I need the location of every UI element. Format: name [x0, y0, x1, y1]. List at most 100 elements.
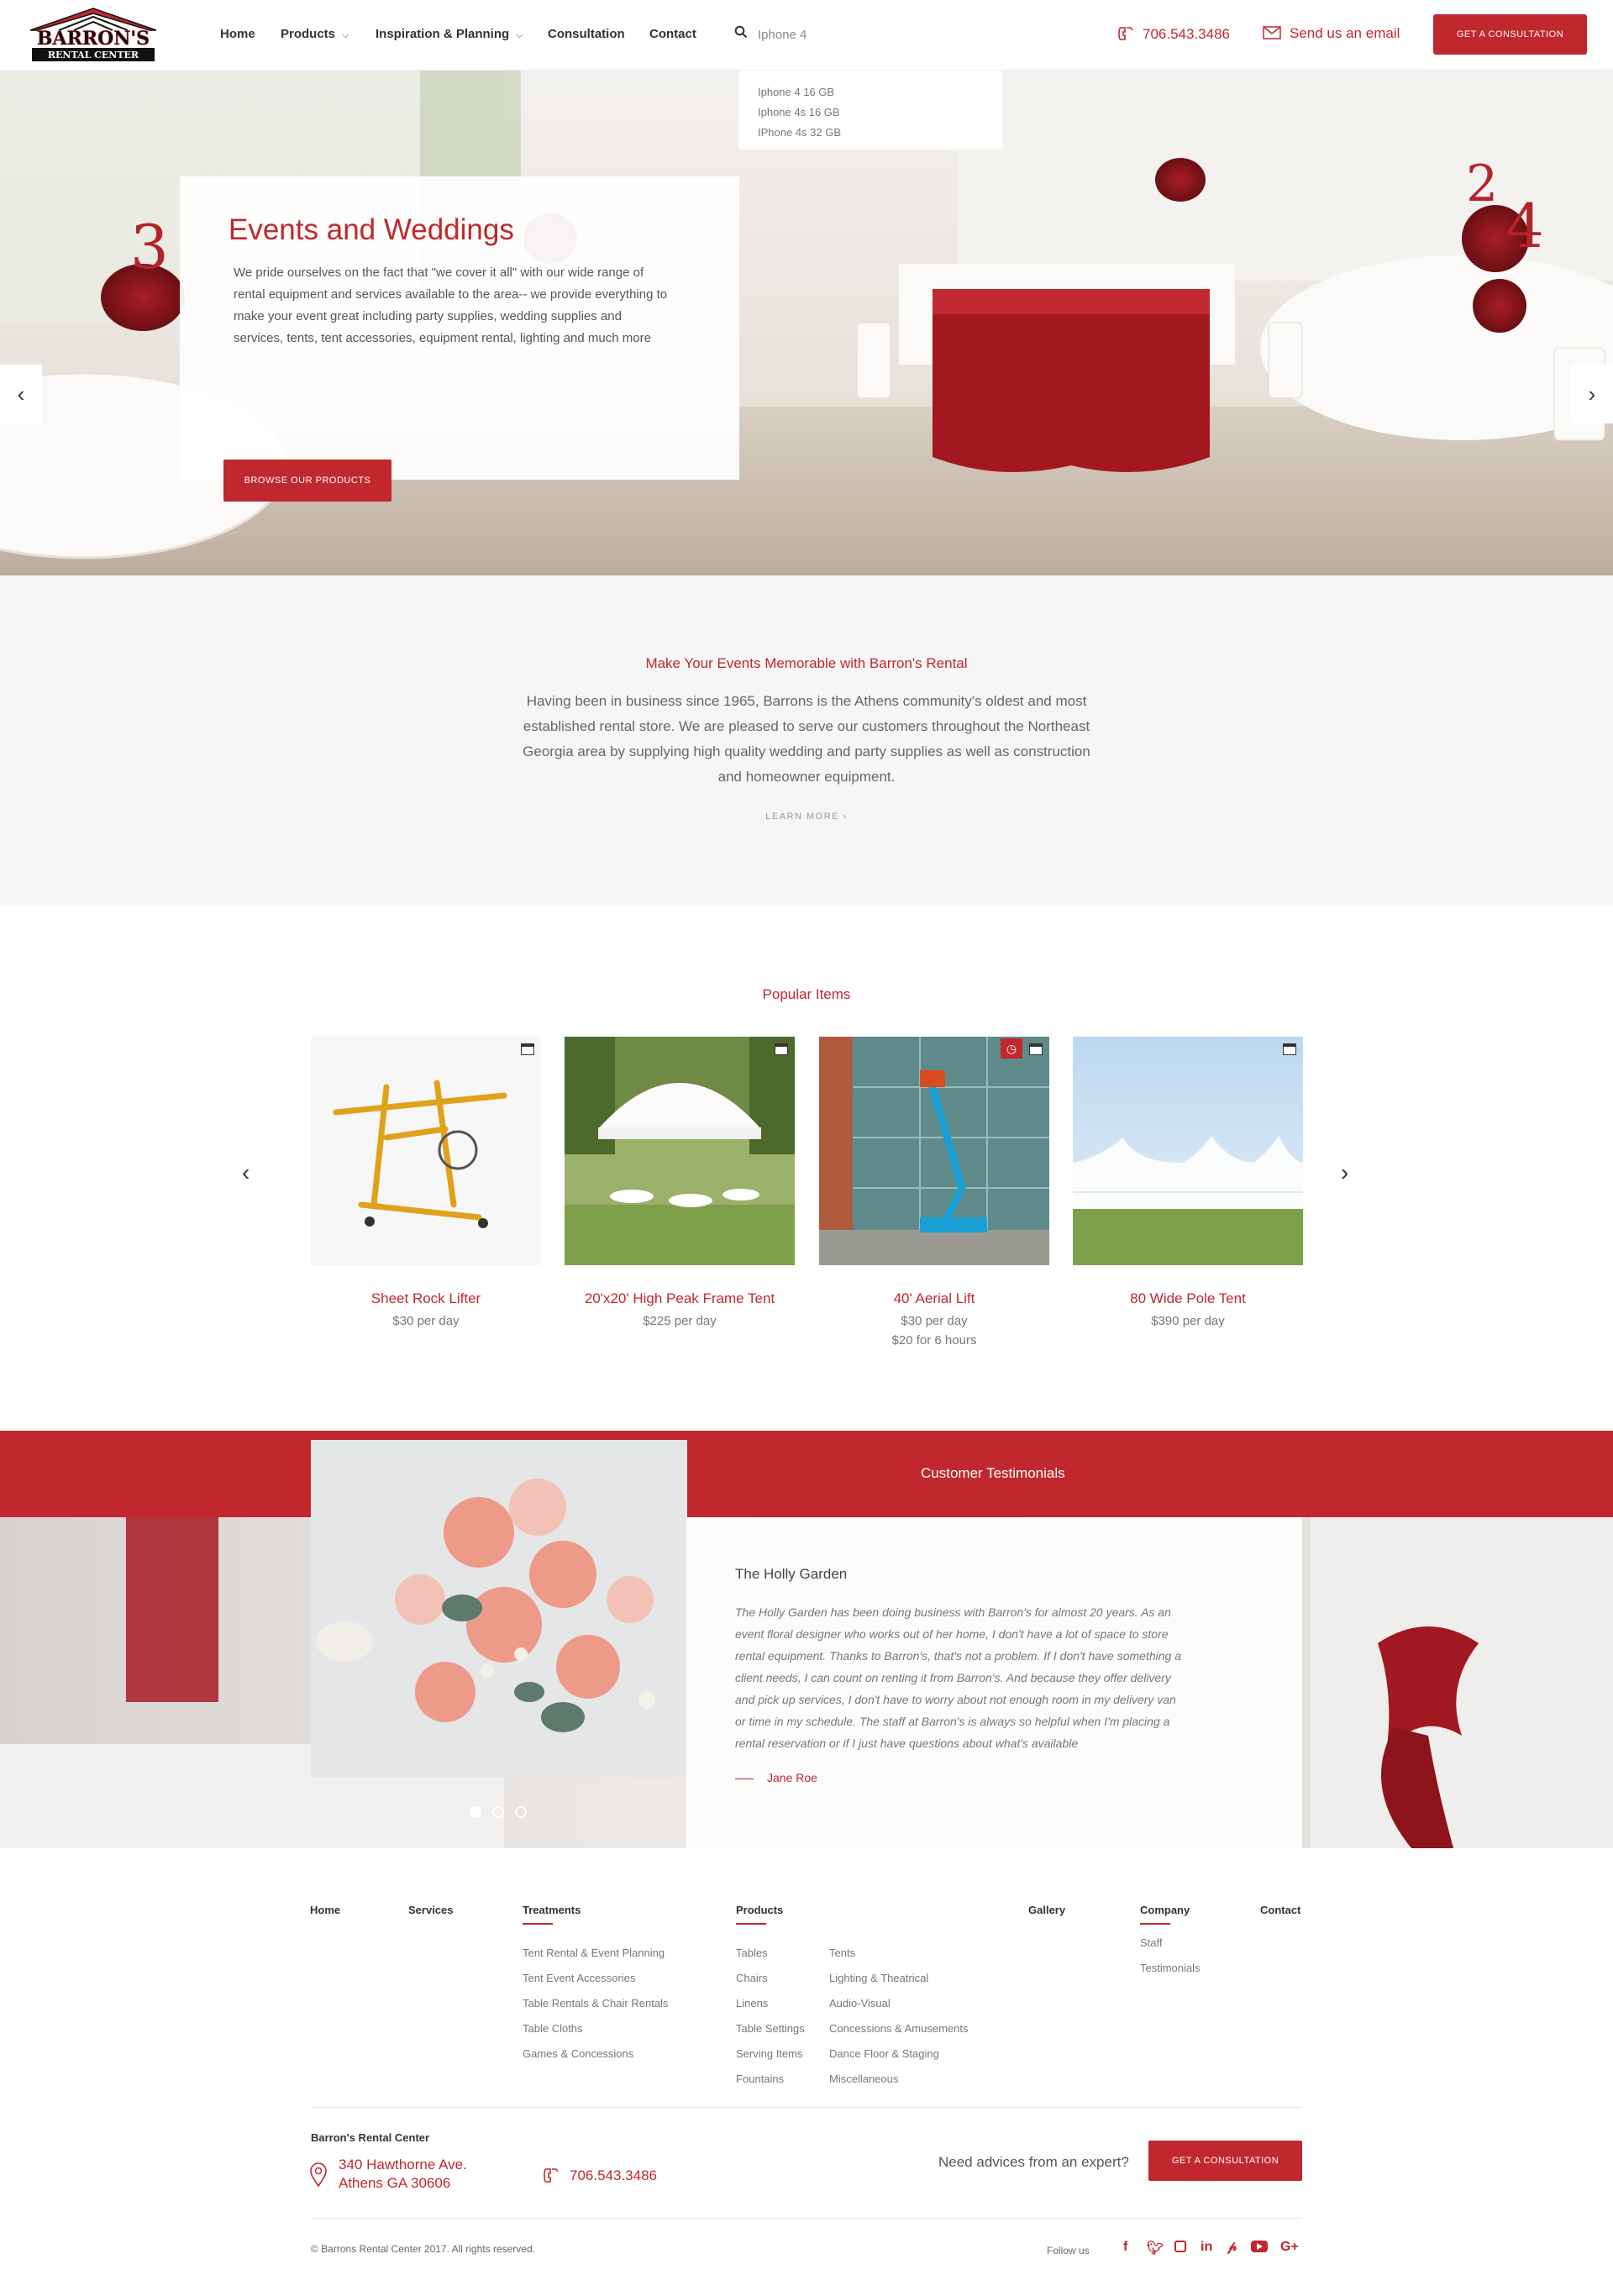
popular-prev-arrow[interactable]: ‹ [242, 1159, 250, 1186]
popular-next-arrow[interactable]: › [1341, 1159, 1348, 1186]
testimonial-image [311, 1440, 687, 1778]
hero-prev-arrow[interactable]: ‹ [0, 365, 42, 423]
search-suggestions: Iphone 4 16 GB Iphone 4s 16 GB IPhone 4s… [738, 71, 1002, 150]
product-image[interactable] [565, 1037, 795, 1265]
footer-link[interactable]: Concessions & Amusements [829, 2016, 968, 2041]
hero-next-arrow[interactable]: › [1571, 365, 1613, 423]
header-email[interactable]: Send us an email [1263, 25, 1400, 42]
footer-heading-company[interactable]: Company [1140, 1904, 1190, 1925]
phone-icon [1118, 27, 1133, 40]
calendar-icon[interactable] [1283, 1043, 1296, 1055]
calendar-icon[interactable] [775, 1043, 788, 1055]
footer-link[interactable]: Tent Rental & Event Planning [523, 1941, 668, 1966]
nav-inspiration-label: Inspiration & Planning [376, 27, 510, 41]
nav-inspiration[interactable]: Inspiration & Planning ⌵ [376, 27, 523, 41]
footer-heading-products[interactable]: Products [736, 1904, 783, 1925]
product-card[interactable]: ◷ 40' Aerial Lift $30 per day $20 for 6 … [819, 1037, 1049, 1348]
suggestion-item[interactable]: Iphone 4s 16 GB [758, 102, 1002, 123]
nav-consultation[interactable]: Consultation [548, 27, 625, 41]
footer-phone[interactable]: 706.543.3486 [570, 2167, 657, 2184]
nav-products[interactable]: Products ⌵ [281, 27, 349, 41]
chevron-right-icon: › [843, 812, 848, 822]
facebook-icon[interactable]: f [1123, 2240, 1127, 2255]
instagram-icon[interactable] [1174, 2240, 1186, 2255]
product-image[interactable] [1073, 1037, 1303, 1265]
get-consultation-button[interactable]: GET A CONSULTATION [1433, 14, 1587, 55]
slider-dot-active[interactable] [470, 1806, 481, 1818]
footer-link-contact[interactable]: Contact [1260, 1904, 1300, 1916]
product-name[interactable]: 40' Aerial Lift [819, 1290, 1049, 1307]
footer-products-list-b: Tents Lighting & Theatrical Audio-Visual… [829, 1941, 968, 2092]
suggestion-item[interactable]: Iphone 4 16 GB [758, 82, 1002, 102]
footer-link-gallery[interactable]: Gallery [1028, 1904, 1065, 1916]
footer-link[interactable]: Tents [829, 1941, 968, 1966]
footer-link[interactable]: Table Cloths [523, 2016, 668, 2041]
header-phone[interactable]: 706.543.3486 [1117, 25, 1230, 43]
chevron-down-icon: ⌵ [516, 30, 523, 40]
search-icon[interactable] [734, 25, 748, 39]
footer-link[interactable]: Tent Event Accessories [523, 1966, 668, 1991]
nav-contact[interactable]: Contact [649, 27, 696, 41]
slider-dot[interactable] [515, 1806, 527, 1818]
linkedin-icon[interactable]: in [1201, 2240, 1212, 2255]
pinterest-icon[interactable]: 𝓅 [1227, 2240, 1237, 2255]
footer-address[interactable]: 340 Hawthorne Ave. Athens GA 30606 [339, 2156, 467, 2193]
testimonials-section: Customer Testimonials “ The Holly Garden… [0, 1431, 1613, 1848]
slider-dot[interactable] [492, 1806, 504, 1818]
barrons-logo[interactable]: BARRON'S RENTAL CENTER [25, 7, 161, 64]
product-card[interactable]: 80 Wide Pole Tent $390 per day [1073, 1037, 1303, 1328]
footer-consultation-button[interactable]: GET A CONSULTATION [1148, 2141, 1302, 2181]
clock-icon[interactable]: ◷ [1001, 1038, 1022, 1059]
product-name[interactable]: 80 Wide Pole Tent [1073, 1290, 1303, 1307]
product-card[interactable]: Sheet Rock Lifter $30 per day [311, 1037, 541, 1328]
frame-tent-image [565, 1037, 795, 1265]
footer-heading-treatments[interactable]: Treatments [523, 1904, 581, 1925]
table-number: 3 [130, 212, 169, 282]
svg-text:BARRON'S: BARRON'S [37, 28, 150, 50]
footer-link[interactable]: Chairs [736, 1966, 805, 1991]
product-image[interactable] [311, 1037, 541, 1265]
footer-link[interactable]: Testimonials [1140, 1956, 1201, 1981]
footer-products-list-a: Tables Chairs Linens Table Settings Serv… [736, 1941, 805, 2092]
footer-link[interactable]: Lighting & Theatrical [829, 1966, 968, 1991]
header-email-text: Send us an email [1290, 25, 1400, 41]
table-number: 2 [1466, 155, 1498, 213]
footer-company-list: Staff Testimonials [1140, 1931, 1201, 1981]
footer-link-home[interactable]: Home [310, 1904, 340, 1916]
footer-divider [311, 2218, 1302, 2219]
twitter-icon[interactable]: 🐦︎ [1147, 2240, 1164, 2257]
testimonial-quote: The Holly Garden has been doing business… [735, 1605, 1181, 1750]
footer-link[interactable]: Linens [736, 1991, 805, 2016]
product-name[interactable]: Sheet Rock Lifter [311, 1290, 541, 1307]
footer-link[interactable]: Audio-Visual [829, 1991, 968, 2016]
product-image[interactable]: ◷ [819, 1037, 1049, 1265]
footer-link[interactable]: Miscellaneous [829, 2067, 968, 2092]
google-plus-icon[interactable]: G+ [1280, 2240, 1299, 2255]
footer-link-services[interactable]: Services [408, 1904, 454, 1916]
browse-products-button[interactable]: BROWSE OUR PRODUCTS [223, 460, 391, 502]
hero-card: Events and Weddings We pride ourselves o… [180, 176, 739, 480]
chevron-down-icon: ⌵ [342, 30, 349, 40]
youtube-icon[interactable] [1251, 2240, 1268, 2255]
product-card[interactable]: 20'x20' High Peak Frame Tent $225 per da… [565, 1037, 795, 1328]
footer-link[interactable]: Table Settings [736, 2016, 805, 2041]
chevron-left-icon: ‹ [242, 1159, 250, 1185]
chevron-right-icon: › [1588, 381, 1596, 407]
hero-title: Events and Weddings [229, 213, 514, 246]
footer-link[interactable]: Table Rentals & Chair Rentals [523, 1991, 668, 2016]
product-name[interactable]: 20'x20' High Peak Frame Tent [565, 1290, 795, 1307]
learn-more-link[interactable]: LEARN MORE › [0, 812, 1613, 822]
footer-link[interactable]: Dance Floor & Staging [829, 2041, 968, 2067]
calendar-icon[interactable] [1029, 1043, 1043, 1055]
footer-link[interactable]: Staff [1140, 1931, 1201, 1956]
envelope-icon [1263, 26, 1281, 39]
nav-home[interactable]: Home [220, 27, 255, 41]
footer-link[interactable]: Serving Items [736, 2041, 805, 2067]
suggestion-item[interactable]: IPhone 4s 32 GB [758, 123, 1002, 143]
product-price-secondary: $20 for 6 hours [891, 1333, 977, 1348]
footer-link[interactable]: Games & Concessions [523, 2041, 668, 2067]
footer-link[interactable]: Tables [736, 1941, 805, 1966]
calendar-icon[interactable] [521, 1043, 534, 1055]
footer-link[interactable]: Fountains [736, 2067, 805, 2092]
search-input[interactable] [758, 22, 909, 47]
